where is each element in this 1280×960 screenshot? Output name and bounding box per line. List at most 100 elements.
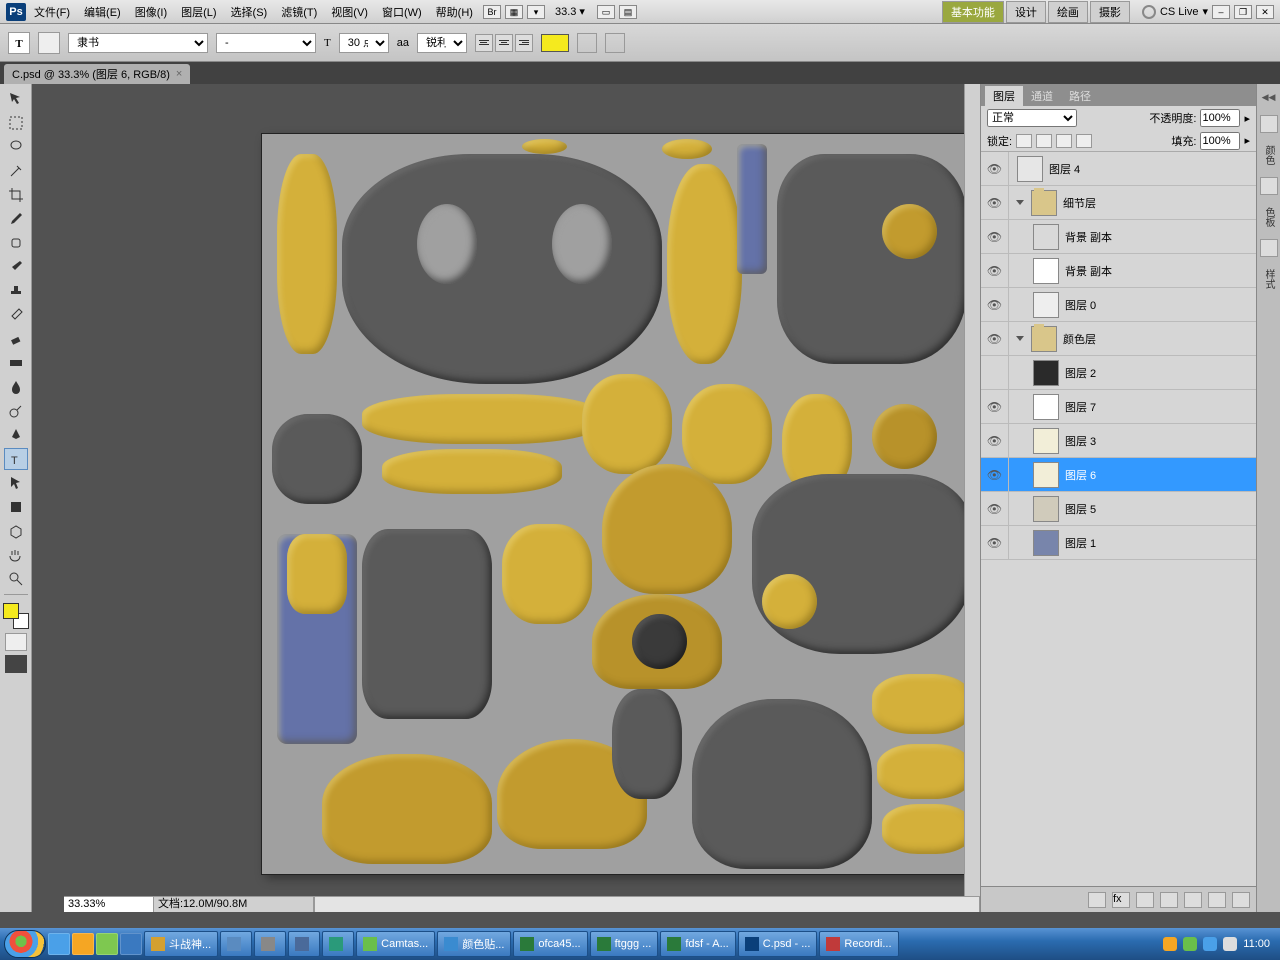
fill-input[interactable] <box>1200 132 1240 150</box>
healing-tool[interactable] <box>4 232 28 254</box>
shape-tool[interactable] <box>4 496 28 518</box>
visibility-icon[interactable] <box>981 152 1009 185</box>
arrangedocs-icon[interactable]: ▤ <box>619 5 637 19</box>
warp-text-icon[interactable] <box>577 33 597 53</box>
layer-name[interactable]: 背景 副本 <box>1063 229 1112 245</box>
lasso-tool[interactable] <box>4 136 28 158</box>
layer-thumbnail[interactable] <box>1033 360 1059 386</box>
task-item[interactable]: ftggg ... <box>590 931 659 957</box>
viewextras-icon[interactable]: ▾ <box>527 5 545 19</box>
history-brush-tool[interactable] <box>4 304 28 326</box>
tool-preset[interactable]: T <box>8 32 30 54</box>
layer-row[interactable]: 细节层 <box>981 186 1256 220</box>
visibility-icon[interactable] <box>981 424 1009 457</box>
ql-ie-icon[interactable] <box>48 933 70 955</box>
menu-layer[interactable]: 图层(L) <box>175 4 222 20</box>
menu-help[interactable]: 帮助(H) <box>430 4 479 20</box>
layer-row[interactable]: 图层 6 <box>981 458 1256 492</box>
eraser-tool[interactable] <box>4 328 28 350</box>
task-item[interactable]: 斗战神... <box>144 931 218 957</box>
layer-row[interactable]: 背景 副本 <box>981 254 1256 288</box>
wand-tool[interactable] <box>4 160 28 182</box>
layer-name[interactable]: 图层 3 <box>1063 433 1096 449</box>
task-item[interactable]: 颜色贴... <box>437 931 511 957</box>
minibridge-icon[interactable]: ▦ <box>505 5 523 19</box>
menu-select[interactable]: 选择(S) <box>225 4 274 20</box>
disclosure-icon[interactable] <box>1016 200 1024 205</box>
layer-thumbnail[interactable] <box>1017 156 1043 182</box>
marquee-tool[interactable] <box>4 112 28 134</box>
tab-paths[interactable]: 路径 <box>1061 86 1099 106</box>
task-item[interactable]: Recordi... <box>819 931 898 957</box>
ql-desktop-icon[interactable] <box>120 933 142 955</box>
layer-row[interactable]: 颜色层 <box>981 322 1256 356</box>
workspace-essentials[interactable]: 基本功能 <box>942 1 1004 23</box>
bridge-icon[interactable]: Br <box>483 5 501 19</box>
cslive-button[interactable]: CS Live ▾ <box>1142 5 1208 19</box>
type-tool[interactable]: T <box>4 448 28 470</box>
task-item[interactable]: Camtas... <box>356 931 435 957</box>
swatches-panel-label[interactable]: 色板 <box>1261 207 1276 227</box>
align-center-icon[interactable] <box>495 34 513 52</box>
task-item[interactable] <box>288 931 320 957</box>
move-tool[interactable] <box>4 88 28 110</box>
layer-name[interactable]: 图层 1 <box>1063 535 1096 551</box>
layer-name[interactable]: 背景 副本 <box>1063 263 1112 279</box>
layer-name[interactable]: 颜色层 <box>1061 331 1096 347</box>
vertical-scrollbar[interactable] <box>964 84 980 896</box>
layer-name[interactable]: 图层 0 <box>1063 297 1096 313</box>
text-color-swatch[interactable] <box>541 34 569 52</box>
pen-tool[interactable] <box>4 424 28 446</box>
task-item[interactable] <box>220 931 252 957</box>
new-layer-icon[interactable] <box>1208 892 1226 908</box>
document-tab[interactable]: C.psd @ 33.3% (图层 6, RGB/8) × <box>4 64 190 84</box>
layer-row[interactable]: 图层 3 <box>981 424 1256 458</box>
adjustment-layer-icon[interactable] <box>1160 892 1178 908</box>
styles-panel-icon[interactable] <box>1260 239 1278 257</box>
clock[interactable]: 11:00 <box>1243 938 1270 950</box>
layer-thumbnail[interactable] <box>1033 428 1059 454</box>
zoom-value[interactable]: 33.3 <box>555 6 576 18</box>
opacity-flyout-icon[interactable]: ▸ <box>1244 112 1250 125</box>
lock-transparent-icon[interactable] <box>1016 134 1032 148</box>
eyedropper-tool[interactable] <box>4 208 28 230</box>
task-item[interactable]: C.psd - ... <box>738 931 818 957</box>
tray-icon[interactable] <box>1163 937 1177 951</box>
blur-tool[interactable] <box>4 376 28 398</box>
close-tab-icon[interactable]: × <box>176 68 182 80</box>
visibility-icon[interactable] <box>981 288 1009 321</box>
visibility-icon[interactable] <box>981 254 1009 287</box>
layer-row[interactable]: 图层 4 <box>981 152 1256 186</box>
path-select-tool[interactable] <box>4 472 28 494</box>
lock-all-icon[interactable] <box>1076 134 1092 148</box>
crop-tool[interactable] <box>4 184 28 206</box>
menu-edit[interactable]: 编辑(E) <box>78 4 127 20</box>
3d-tool[interactable] <box>4 520 28 542</box>
foreground-color[interactable] <box>3 603 19 619</box>
tray-icon[interactable] <box>1183 937 1197 951</box>
menu-view[interactable]: 视图(V) <box>325 4 374 20</box>
menu-image[interactable]: 图像(I) <box>129 4 173 20</box>
layer-thumbnail[interactable] <box>1033 394 1059 420</box>
layer-name[interactable]: 图层 5 <box>1063 501 1096 517</box>
tab-channels[interactable]: 通道 <box>1023 86 1061 106</box>
task-item[interactable]: fdsf - A... <box>660 931 735 957</box>
visibility-icon[interactable] <box>981 526 1009 559</box>
visibility-icon[interactable] <box>981 390 1009 423</box>
font-family-select[interactable]: 隶书 <box>68 33 208 53</box>
doc-info[interactable]: 文档:12.0M/90.8M <box>154 897 314 912</box>
font-size-select[interactable]: 30 点 <box>339 33 389 53</box>
menu-window[interactable]: 窗口(W) <box>376 4 428 20</box>
gradient-tool[interactable] <box>4 352 28 374</box>
layer-mask-icon[interactable] <box>1136 892 1154 908</box>
align-right-icon[interactable] <box>515 34 533 52</box>
system-tray[interactable]: 11:00 <box>1157 937 1276 951</box>
color-panel-icon[interactable] <box>1260 115 1278 133</box>
disclosure-icon[interactable] <box>1016 336 1024 341</box>
task-item[interactable] <box>322 931 354 957</box>
screenmode-tool-icon[interactable] <box>5 655 27 673</box>
hand-tool[interactable] <box>4 544 28 566</box>
lock-position-icon[interactable] <box>1056 134 1072 148</box>
brush-tool[interactable] <box>4 256 28 278</box>
layer-list[interactable]: 图层 4细节层背景 副本背景 副本图层 0颜色层图层 2图层 7图层 3图层 6… <box>981 152 1256 886</box>
